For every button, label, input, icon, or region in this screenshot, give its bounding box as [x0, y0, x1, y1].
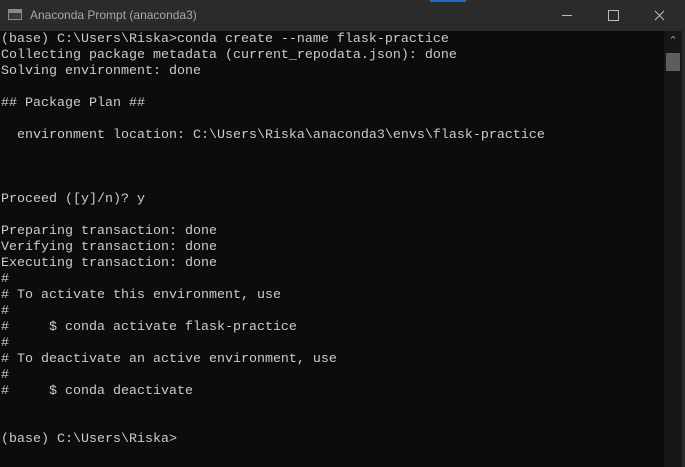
console-line: #: [1, 304, 9, 319]
console-line: Preparing transaction: done: [1, 224, 217, 239]
console-line: (base) C:\Users\Riska>: [1, 432, 177, 447]
console-output[interactable]: (base) C:\Users\Riska>conda create --nam…: [0, 32, 664, 467]
console-line: environment location: C:\Users\Riska\ana…: [1, 128, 545, 143]
console-line: # To activate this environment, use: [1, 288, 281, 303]
scroll-up-arrow-icon[interactable]: ⌃: [664, 33, 682, 49]
minimize-button[interactable]: [544, 0, 590, 31]
scrollbar-thumb[interactable]: [666, 53, 680, 71]
console-line: Collecting package metadata (current_rep…: [1, 48, 457, 63]
console-line: # $ conda deactivate: [1, 384, 193, 399]
console-line: #: [1, 368, 9, 383]
console-line: Solving environment: done: [1, 64, 201, 79]
close-button[interactable]: [636, 0, 682, 31]
console-line: #: [1, 336, 9, 351]
console-app-icon[interactable]: [8, 9, 22, 20]
console-line: # To deactivate an active environment, u…: [1, 352, 337, 367]
maximize-button[interactable]: [590, 0, 636, 31]
console-line: (base) C:\Users\Riska>conda create --nam…: [1, 32, 449, 47]
taskbar-highlight: [430, 0, 466, 2]
window-title: Anaconda Prompt (anaconda3): [30, 8, 197, 22]
console-line: Verifying transaction: done: [1, 240, 217, 255]
console-line: # $ conda activate flask-practice: [1, 320, 297, 335]
console-line: Proceed ([y]/n)? y: [1, 192, 145, 207]
title-bar[interactable]: Anaconda Prompt (anaconda3): [0, 0, 685, 31]
console-line: Executing transaction: done: [1, 256, 217, 271]
console-line: #: [1, 272, 9, 287]
console-line: ## Package Plan ##: [1, 96, 145, 111]
vertical-scrollbar[interactable]: ⌃: [664, 31, 682, 467]
